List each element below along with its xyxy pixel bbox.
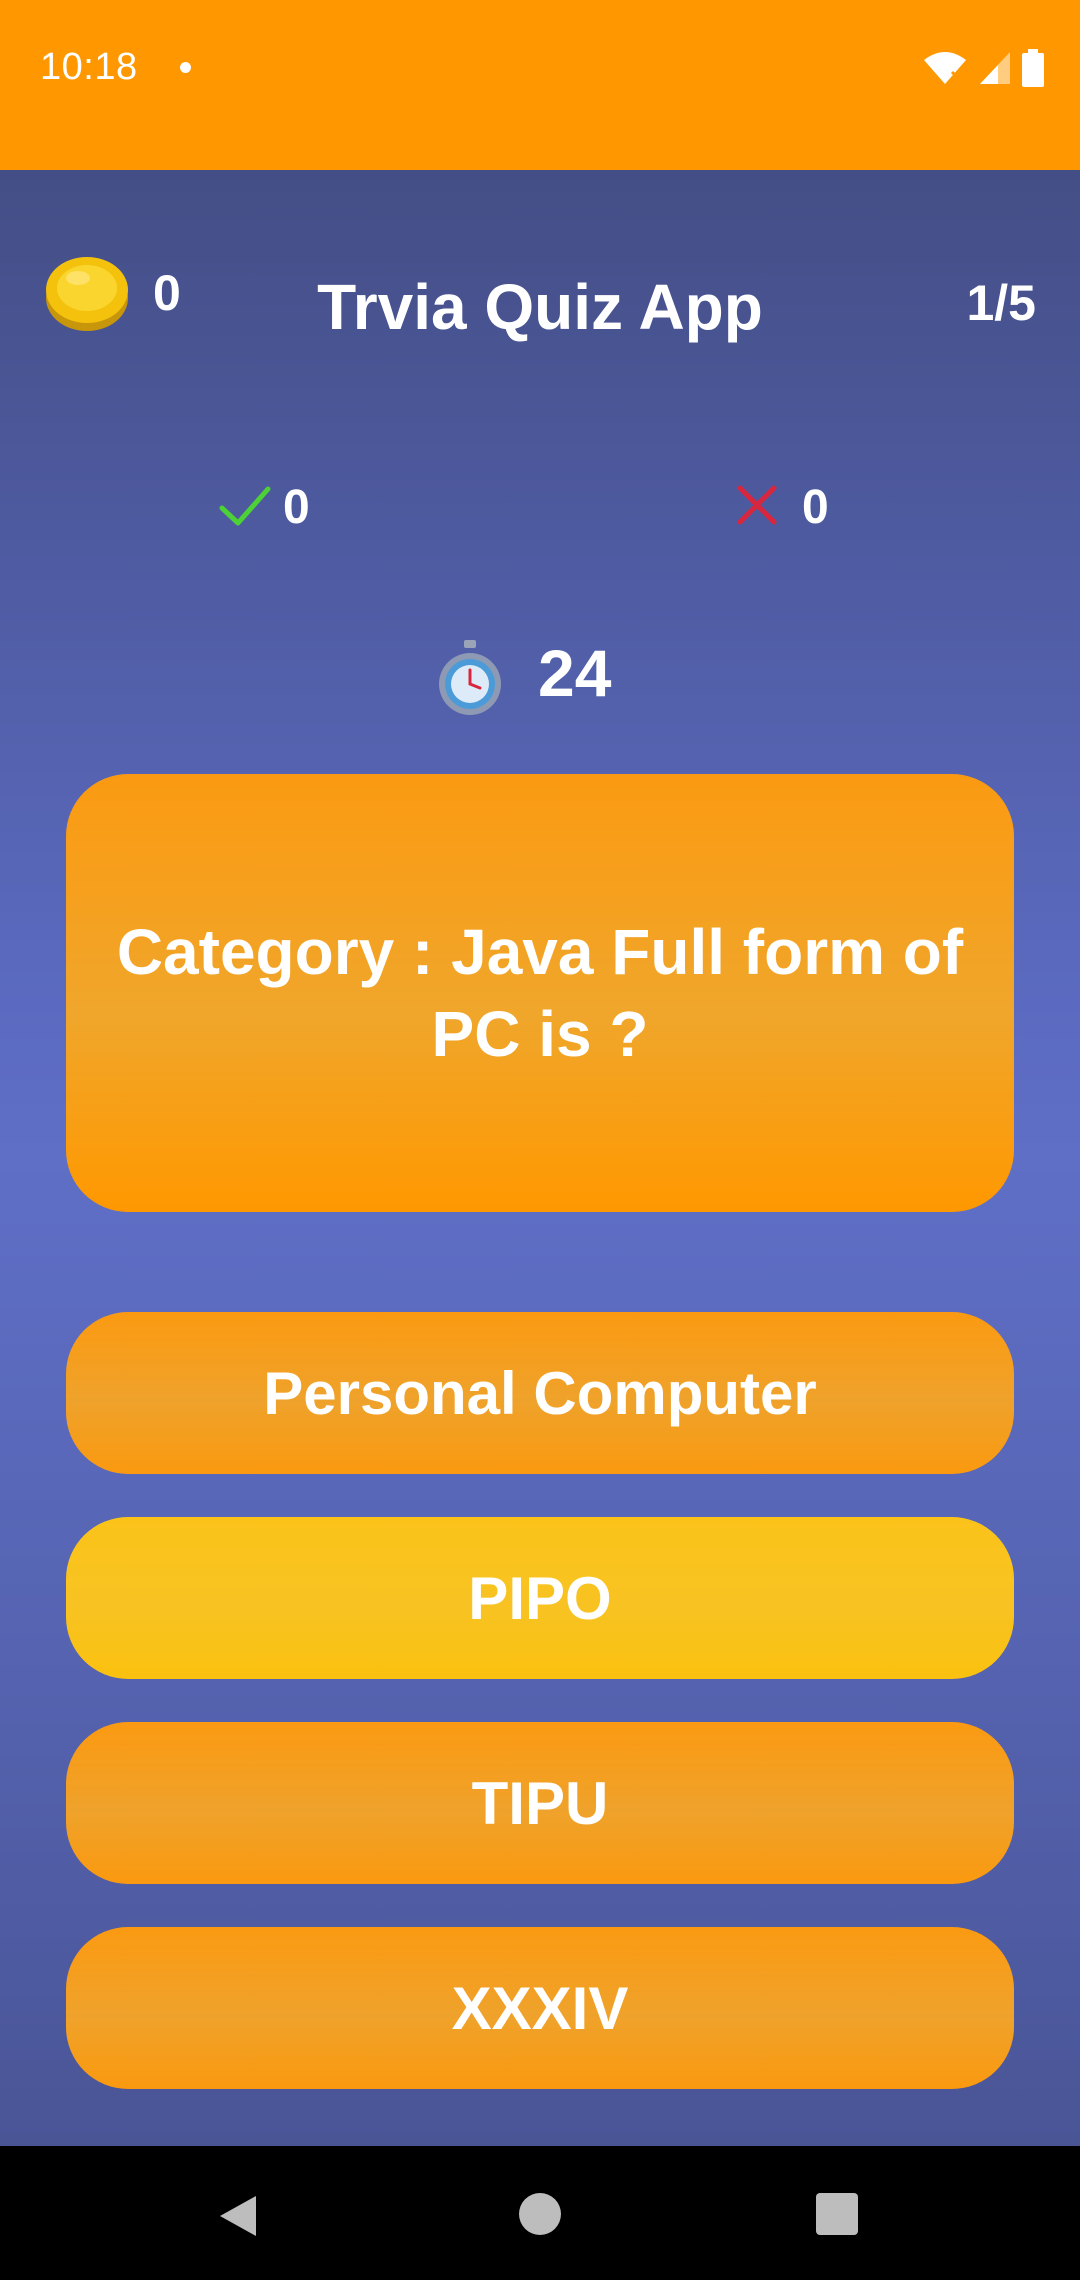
answer-option-button[interactable]: TIPU — [66, 1722, 1014, 1884]
signal-icon — [980, 52, 1010, 84]
wrong-count: 0 — [802, 481, 829, 534]
status-bar: 10:18 — [0, 0, 1080, 170]
question-card: Category : Java Full form of PC is ? — [66, 774, 1014, 1212]
status-icons — [922, 48, 1044, 88]
question-text: Category : Java Full form of PC is ? — [116, 916, 964, 1070]
wifi-icon — [924, 52, 966, 84]
notification-dot-icon — [180, 62, 191, 73]
correct-count: 0 — [283, 481, 310, 534]
answer-option-button[interactable]: XXXIV — [66, 1927, 1014, 2089]
timer-value: 24 — [538, 636, 612, 710]
status-time: 10:18 — [40, 46, 138, 88]
home-icon[interactable] — [519, 2193, 561, 2235]
battery-icon — [1022, 49, 1044, 87]
answer-option-button[interactable]: Personal Computer — [66, 1312, 1014, 1474]
page-title: Trvia Quiz App — [317, 271, 763, 343]
recent-apps-icon[interactable] — [816, 2193, 858, 2235]
checkmark-icon — [219, 486, 271, 526]
question-progress: 1/5 — [966, 275, 1036, 331]
stopwatch-icon — [439, 640, 501, 715]
cross-icon — [737, 485, 777, 525]
back-icon[interactable] — [216, 2192, 260, 2240]
answer-option-button[interactable]: PIPO — [66, 1517, 1014, 1679]
